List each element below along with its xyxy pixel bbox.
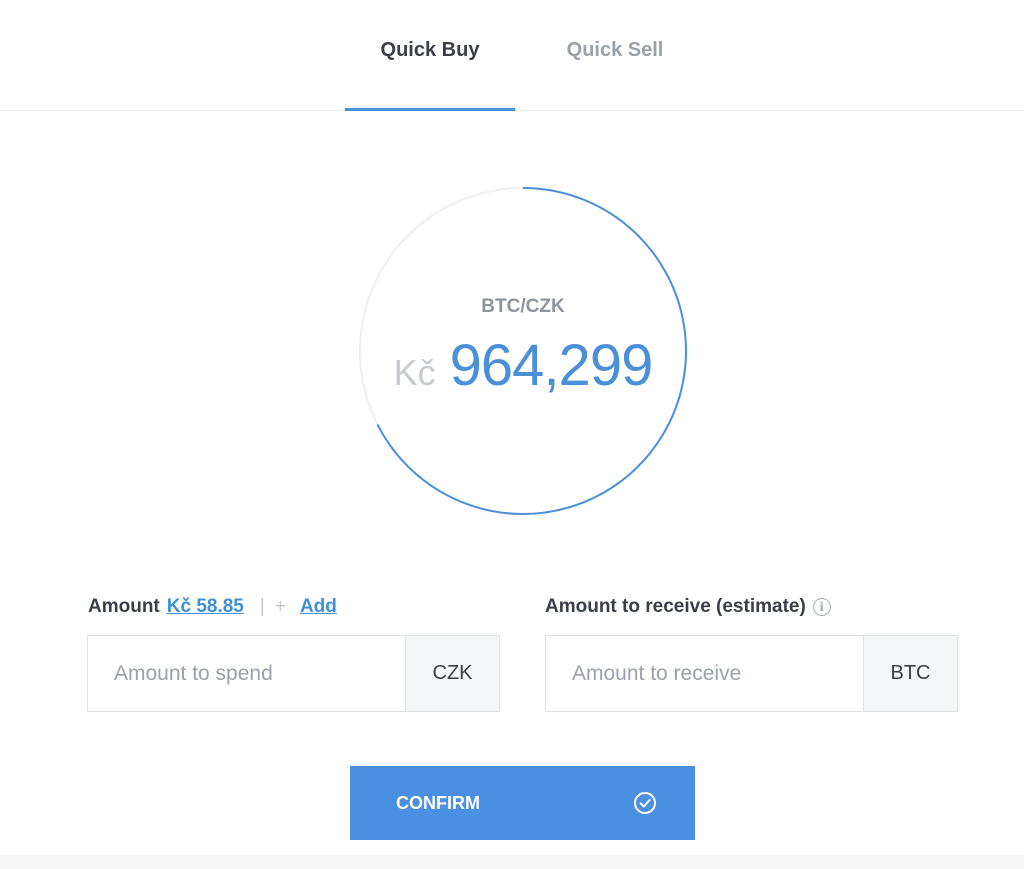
check-circle-icon bbox=[633, 791, 657, 815]
confirm-button-label: CONFIRM bbox=[396, 792, 480, 813]
quick-trade-page: Quick Buy Quick Sell BTC/CZK Kč 964,299 … bbox=[0, 0, 1024, 869]
balance-link[interactable]: Kč 58.85 bbox=[167, 596, 244, 618]
amount-to-receive-input[interactable] bbox=[546, 636, 863, 711]
plus-icon: + bbox=[274, 596, 286, 617]
receive-label-row: Amount to receive (estimate) i bbox=[545, 594, 831, 620]
info-icon[interactable]: i bbox=[812, 598, 831, 616]
spend-label-row: Amount Kč 58.85 | + Add bbox=[88, 594, 337, 620]
amount-to-spend-input[interactable] bbox=[88, 636, 405, 711]
label-separator: | bbox=[259, 596, 265, 617]
price-value: 964,299 bbox=[449, 333, 654, 398]
currency-symbol: Kč bbox=[393, 352, 436, 393]
footer-divider bbox=[0, 855, 1024, 869]
pair-label: BTC/CZK bbox=[481, 296, 565, 317]
receive-field: BTC bbox=[545, 635, 958, 712]
spend-field: CZK bbox=[87, 635, 500, 712]
add-funds-link[interactable]: Add bbox=[300, 596, 337, 618]
confirm-button[interactable]: CONFIRM bbox=[350, 766, 695, 840]
tab-quick-sell[interactable]: Quick Sell bbox=[530, 0, 700, 110]
receive-label: Amount to receive (estimate) bbox=[545, 596, 806, 617]
active-tab-indicator bbox=[345, 108, 515, 111]
tab-quick-sell-label: Quick Sell bbox=[566, 38, 664, 61]
tab-quick-buy[interactable]: Quick Buy bbox=[345, 0, 515, 110]
receive-currency-unit: BTC bbox=[863, 636, 957, 711]
spend-currency-unit: CZK bbox=[405, 636, 499, 711]
price-ring: BTC/CZK Kč 964,299 bbox=[356, 184, 690, 518]
tab-quick-buy-label: Quick Buy bbox=[380, 38, 480, 61]
amount-label: Amount bbox=[88, 596, 160, 617]
trade-tabs: Quick Buy Quick Sell bbox=[0, 0, 1024, 111]
price-display: Kč 964,299 bbox=[356, 332, 690, 399]
